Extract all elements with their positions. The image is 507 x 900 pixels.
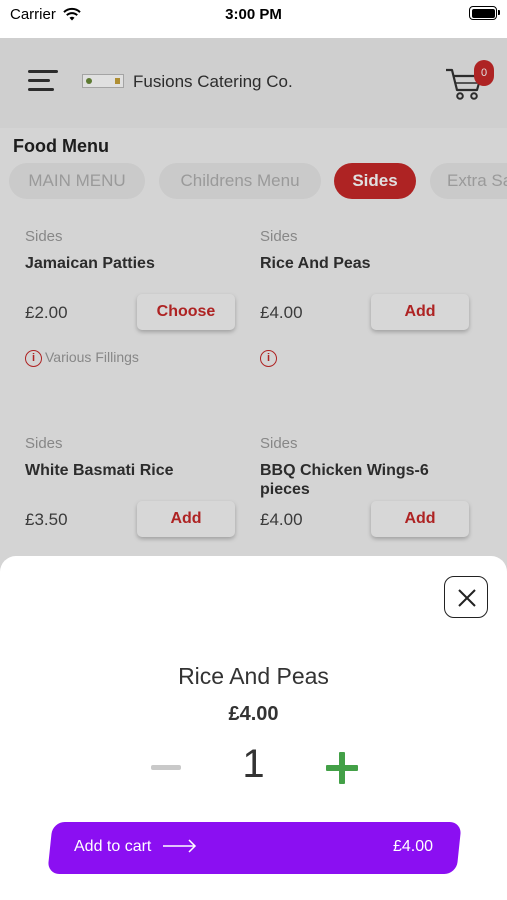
add-to-cart-button[interactable]: Add to cart £4.00 [47, 822, 462, 874]
add-to-cart-total: £4.00 [392, 838, 433, 855]
close-icon [458, 589, 476, 607]
quantity-value: 1 [242, 742, 265, 786]
status-bar: Carrier 3:00 PM [0, 0, 507, 38]
increase-quantity-button[interactable] [326, 752, 358, 784]
sheet-item-name: Rice And Peas [178, 663, 329, 689]
sheet-item-price: £4.00 [228, 703, 279, 725]
arrow-right-icon [163, 839, 197, 853]
battery-icon [469, 6, 500, 20]
add-item-sheet: Rice And Peas £4.00 1 Add to cart £4.00 [0, 556, 507, 900]
add-to-cart-label: Add to cart [74, 838, 152, 855]
clock: 3:00 PM [225, 6, 282, 23]
close-button[interactable] [444, 576, 488, 618]
